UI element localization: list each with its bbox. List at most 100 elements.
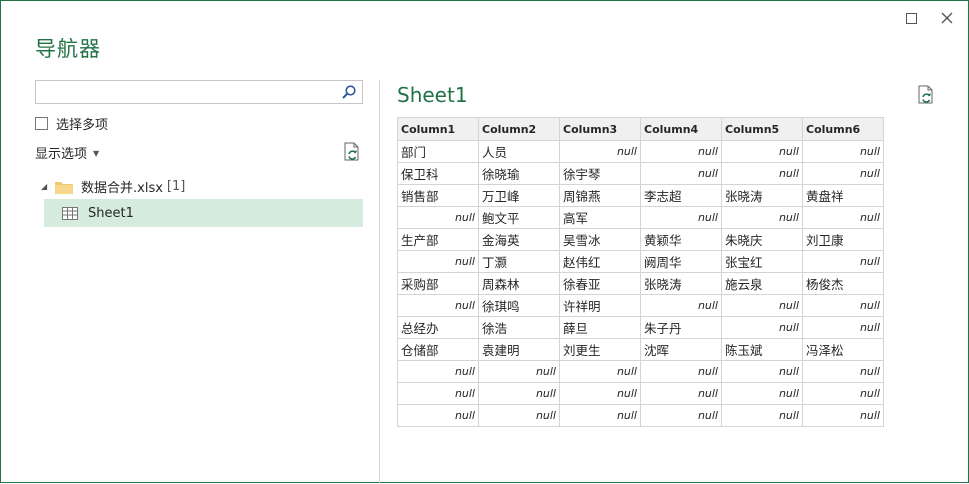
table-cell: null [397,360,479,383]
table-row: 采购部 周森林 徐春亚 张晓涛 施云泉 杨俊杰 [397,272,884,295]
table-cell: 周森林 [478,272,560,295]
close-button[interactable] [934,7,960,29]
table-cell: null [802,360,884,383]
table-cell: null [559,360,641,383]
preview-title: Sheet1 [397,83,468,107]
table-cell: 采购部 [397,272,479,295]
expand-triangle-icon[interactable]: ◢ [41,182,53,191]
table-cell: 生产部 [397,228,479,251]
table-cell: null [721,404,803,427]
display-options-dropdown[interactable]: 显示选项 ▼ [35,143,99,162]
table-row: null 丁灏 赵伟红 阙周华 张宝红 null [397,250,884,273]
table-cell: 张晓涛 [721,184,803,207]
table-cell: 仓储部 [397,338,479,361]
column-header[interactable]: Column5 [721,117,803,141]
table-cell: 袁建明 [478,338,560,361]
table-cell: 朱子丹 [640,316,722,339]
table-row: 仓储部 袁建明 刘更生 沈晖 陈玉斌 冯泽松 [397,338,884,361]
table-cell: 张宝红 [721,250,803,273]
column-header[interactable]: Column2 [478,117,560,141]
table-cell: 总经办 [397,316,479,339]
refresh-icon[interactable] [343,142,361,162]
table-row: 生产部 金海英 吴雪冰 黄颖华 朱晓庆 刘卫康 [397,228,884,251]
maximize-button[interactable] [898,7,924,29]
search-input[interactable] [36,82,340,102]
table-row: null null null null null null [397,382,884,405]
table-cell: null [721,206,803,229]
column-header[interactable]: Column6 [802,117,884,141]
table-cell: null [802,140,884,163]
table-cell: null [640,382,722,405]
table-cell: null [802,316,884,339]
table-cell: 刘卫康 [802,228,884,251]
refresh-icon[interactable] [917,85,935,105]
table-cell: null [640,206,722,229]
table-cell: null [397,294,479,317]
table-cell: null [721,294,803,317]
multi-select-option[interactable]: 选择多项 [35,114,108,133]
table-cell: 金海英 [478,228,560,251]
table-cell: 部门 [397,140,479,163]
table-cell: null [802,382,884,405]
table-cell: null [640,162,722,185]
table-cell: 保卫科 [397,162,479,185]
table-cell: 徐宇琴 [559,162,641,185]
table-cell: 刘更生 [559,338,641,361]
table-cell: null [478,382,560,405]
table-cell: 万卫峰 [478,184,560,207]
multi-select-checkbox[interactable] [35,117,48,130]
table-cell: 陈玉斌 [721,338,803,361]
multi-select-label: 选择多项 [56,118,109,133]
table-header-row: Column1 Column2 Column3 Column4 Column5 … [397,117,884,141]
window-controls [898,7,960,29]
table-cell: 薛旦 [559,316,641,339]
table-cell: 施云泉 [721,272,803,295]
table-cell: 徐琪鸣 [478,294,560,317]
table-cell: null [802,294,884,317]
table-cell: 许祥明 [559,294,641,317]
navigator-window: 导航器 选择多项 显示选项 ▼ ◢ 数据合并.xlsx [1] Sheet1 S… [0,0,969,484]
sheet-name: Sheet1 [88,205,134,221]
table-cell: 鲍文平 [478,206,560,229]
table-cell: 高军 [559,206,641,229]
table-cell: null [478,360,560,383]
table-cell: null [397,404,479,427]
table-cell: 阙周华 [640,250,722,273]
table-cell: 徐晓瑜 [478,162,560,185]
dialog-title: 导航器 [35,37,101,61]
table-cell: null [559,404,641,427]
search-icon[interactable] [341,84,357,100]
table-cell: null [802,206,884,229]
table-cell: 赵伟红 [559,250,641,273]
table-cell: 李志超 [640,184,722,207]
table-icon [62,206,78,220]
tree-item-sheet[interactable]: Sheet1 [44,199,363,227]
table-cell: null [478,404,560,427]
table-cell: 销售部 [397,184,479,207]
table-cell: null [721,140,803,163]
table-cell: null [721,162,803,185]
panel-divider[interactable] [379,80,380,484]
table-cell: null [802,250,884,273]
preview-table: Column1 Column2 Column3 Column4 Column5 … [397,117,884,427]
column-header[interactable]: Column3 [559,117,641,141]
table-cell: 人员 [478,140,560,163]
table-cell: null [640,294,722,317]
table-cell: null [721,382,803,405]
table-cell: null [640,360,722,383]
column-header[interactable]: Column4 [640,117,722,141]
table-row: 保卫科 徐晓瑜 徐宇琴 null null null [397,162,884,185]
table-row: 部门 人员 null null null null [397,140,884,163]
table-cell: 吴雪冰 [559,228,641,251]
search-box[interactable] [35,80,363,104]
table-cell: 杨俊杰 [802,272,884,295]
table-row: null null null null null null [397,360,884,383]
table-cell: 朱晓庆 [721,228,803,251]
table-cell: null [397,250,479,273]
table-cell: 冯泽松 [802,338,884,361]
table-cell: 徐浩 [478,316,560,339]
tree-item-file[interactable]: ◢ 数据合并.xlsx [1] [41,177,185,196]
table-body: 部门 人员 null null null null 保卫科 徐晓瑜 徐宇琴 null null nul… [397,140,884,427]
table-cell: null [397,382,479,405]
column-header[interactable]: Column1 [397,117,479,141]
